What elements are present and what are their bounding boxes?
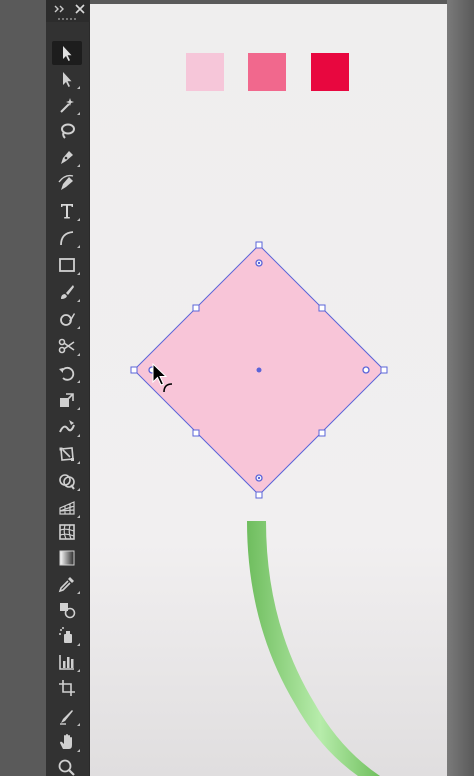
scale-tool[interactable] — [52, 388, 82, 412]
direct-selection-cursor-icon — [152, 362, 173, 393]
artwork-layer — [130, 241, 388, 776]
perspective-grid-icon — [59, 501, 75, 515]
arc-line-icon — [60, 231, 74, 246]
mesh-tool[interactable] — [52, 520, 82, 544]
symbol-sprayer-tool[interactable] — [52, 624, 82, 648]
hand-icon — [60, 734, 72, 749]
gradient-tool[interactable] — [52, 546, 82, 570]
illustrator-workspace — [0, 0, 474, 776]
curvature-tool[interactable] — [52, 171, 82, 195]
artboard-tool[interactable] — [52, 676, 82, 700]
panel-grip[interactable] — [56, 18, 80, 22]
workspace-right-edge — [447, 0, 474, 776]
white-arrow-icon — [63, 72, 72, 87]
warp-tool[interactable] — [52, 415, 82, 439]
curvature-pen-icon — [58, 174, 74, 190]
close-icon[interactable] — [74, 3, 86, 15]
tools-panel — [46, 0, 90, 776]
slice-icon — [60, 710, 73, 725]
tools-panel-header[interactable] — [46, 0, 90, 22]
free-transform-icon — [59, 447, 74, 461]
scale-icon — [60, 393, 74, 407]
magic-wand-icon — [60, 98, 74, 113]
center-point[interactable] — [256, 367, 262, 373]
zoom-icon — [58, 759, 75, 776]
type-icon — [61, 204, 73, 219]
eyedropper-tool[interactable] — [52, 572, 82, 596]
gradient-icon — [59, 550, 75, 566]
shape-builder-icon — [59, 474, 75, 490]
workspace-gutter — [0, 0, 46, 776]
rotate-tool[interactable] — [52, 361, 82, 385]
shape-builder-tool[interactable] — [52, 469, 82, 493]
symbol-sprayer-icon — [59, 627, 72, 643]
warp-icon — [59, 420, 75, 433]
brush-icon — [61, 285, 74, 299]
pen-tool[interactable] — [52, 145, 82, 169]
shaper-tool[interactable] — [52, 307, 82, 331]
rectangle-tool[interactable] — [52, 253, 82, 277]
eyedropper-icon — [58, 577, 74, 593]
magic-wand-tool[interactable] — [52, 93, 82, 117]
lasso-tool[interactable] — [52, 119, 82, 143]
mesh-icon — [59, 524, 75, 540]
lasso-icon — [61, 123, 75, 139]
shaper-icon — [60, 313, 75, 326]
type-tool[interactable] — [52, 199, 82, 223]
arrow-icon — [63, 46, 72, 61]
scissors-icon — [58, 338, 75, 354]
column-graph-tool[interactable] — [52, 650, 82, 674]
direct-selection-tool[interactable] — [52, 67, 82, 91]
rectangle-icon — [59, 258, 75, 272]
selection-tool[interactable] — [52, 41, 82, 65]
blend-tool[interactable] — [52, 598, 82, 622]
slice-tool[interactable] — [52, 704, 82, 728]
hand-tool[interactable] — [52, 730, 82, 754]
scissors-tool[interactable] — [52, 334, 82, 358]
green-curved-stem[interactable] — [247, 521, 380, 776]
paintbrush-tool[interactable] — [52, 280, 82, 304]
rotate-icon — [59, 366, 75, 381]
artboard-icon — [59, 680, 75, 696]
line-tool[interactable] — [52, 226, 82, 250]
free-transform-tool[interactable] — [52, 442, 82, 466]
artboard-canvas[interactable] — [90, 4, 447, 776]
perspective-grid-tool[interactable] — [52, 496, 82, 520]
blend-icon — [60, 603, 76, 619]
double-chevron-icon[interactable] — [53, 3, 67, 15]
pen-icon — [61, 151, 73, 164]
column-graph-icon — [59, 655, 74, 670]
zoom-tool[interactable] — [52, 756, 82, 776]
